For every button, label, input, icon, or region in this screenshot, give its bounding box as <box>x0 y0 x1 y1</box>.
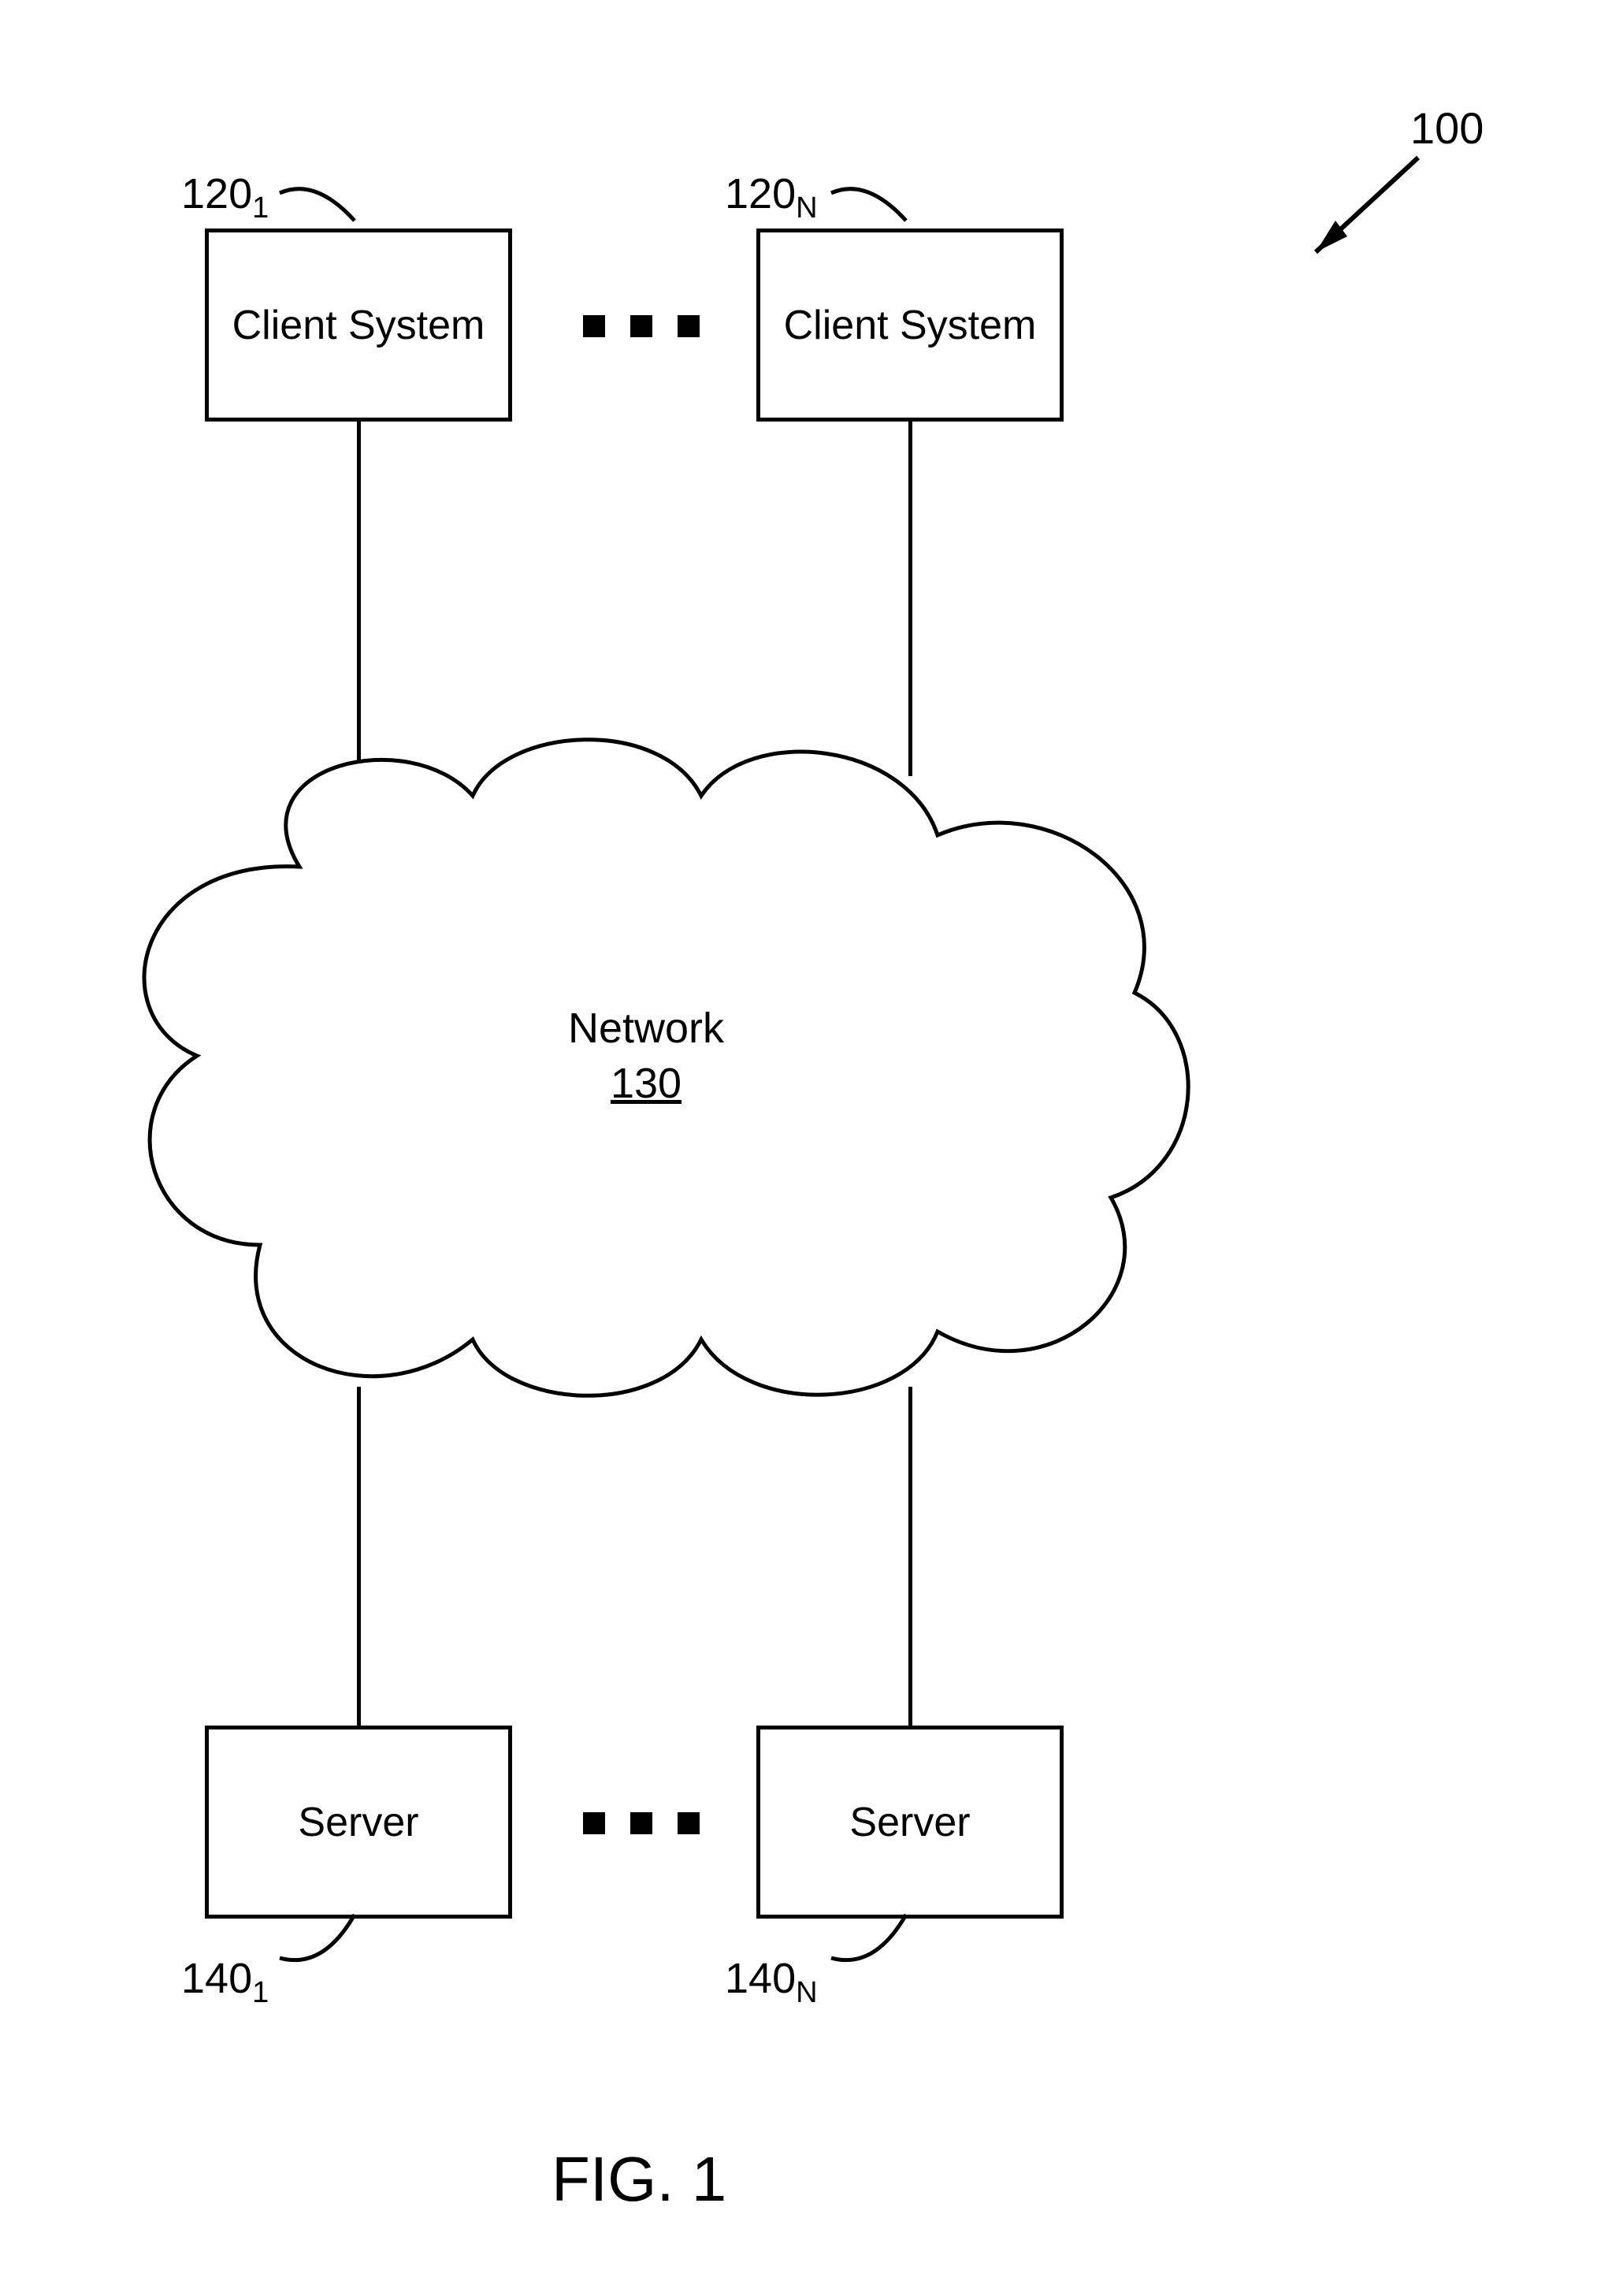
client-right-label: Client System <box>784 302 1037 349</box>
server-right-ref: 140N <box>725 1954 818 2010</box>
network-label-block: Network 130 <box>567 1001 725 1111</box>
server-right-ref-sub: N <box>796 1976 817 2009</box>
client-left-ref: 1201 <box>181 169 269 225</box>
server-left-leader <box>276 1907 370 1978</box>
server-right-leader <box>827 1907 922 1978</box>
client-left-ref-num: 120 <box>181 170 252 217</box>
figure-page: 100 1201 120N Client System Client Syste… <box>0 0 1623 2296</box>
server-box-right: Server <box>756 1726 1064 1919</box>
client-left-label: Client System <box>232 302 485 349</box>
client-right-ref-num: 120 <box>725 170 796 217</box>
server-left-ref-num: 140 <box>181 1955 252 2002</box>
client-right-ref: 120N <box>725 169 818 225</box>
client-system-box-left: Client System <box>205 228 512 422</box>
network-label: Network <box>567 1001 725 1056</box>
client-right-leader <box>827 177 922 232</box>
figure-ref-text: 100 <box>1410 103 1484 153</box>
client-left-ref-sub: 1 <box>252 191 269 225</box>
figure-ref-arrow <box>1292 150 1434 276</box>
figure-caption: FIG. 1 <box>552 2143 726 2216</box>
client-left-leader <box>276 177 370 232</box>
client-system-box-right: Client System <box>756 228 1064 422</box>
server-left-label: Server <box>298 1799 418 1846</box>
figure-ref-label: 100 <box>1410 102 1484 154</box>
clients-ellipsis <box>583 315 700 337</box>
servers-ellipsis <box>583 1812 700 1834</box>
server-right-label: Server <box>849 1799 970 1846</box>
client-right-ref-sub: N <box>796 191 817 225</box>
network-ref: 130 <box>567 1056 725 1111</box>
conn-server-left <box>357 1387 361 1726</box>
conn-server-right <box>908 1387 912 1726</box>
server-left-ref: 1401 <box>181 1954 269 2010</box>
figure-caption-text: FIG. 1 <box>552 2144 726 2214</box>
server-right-ref-num: 140 <box>725 1955 796 2002</box>
server-box-left: Server <box>205 1726 512 1919</box>
server-left-ref-sub: 1 <box>252 1976 269 2009</box>
